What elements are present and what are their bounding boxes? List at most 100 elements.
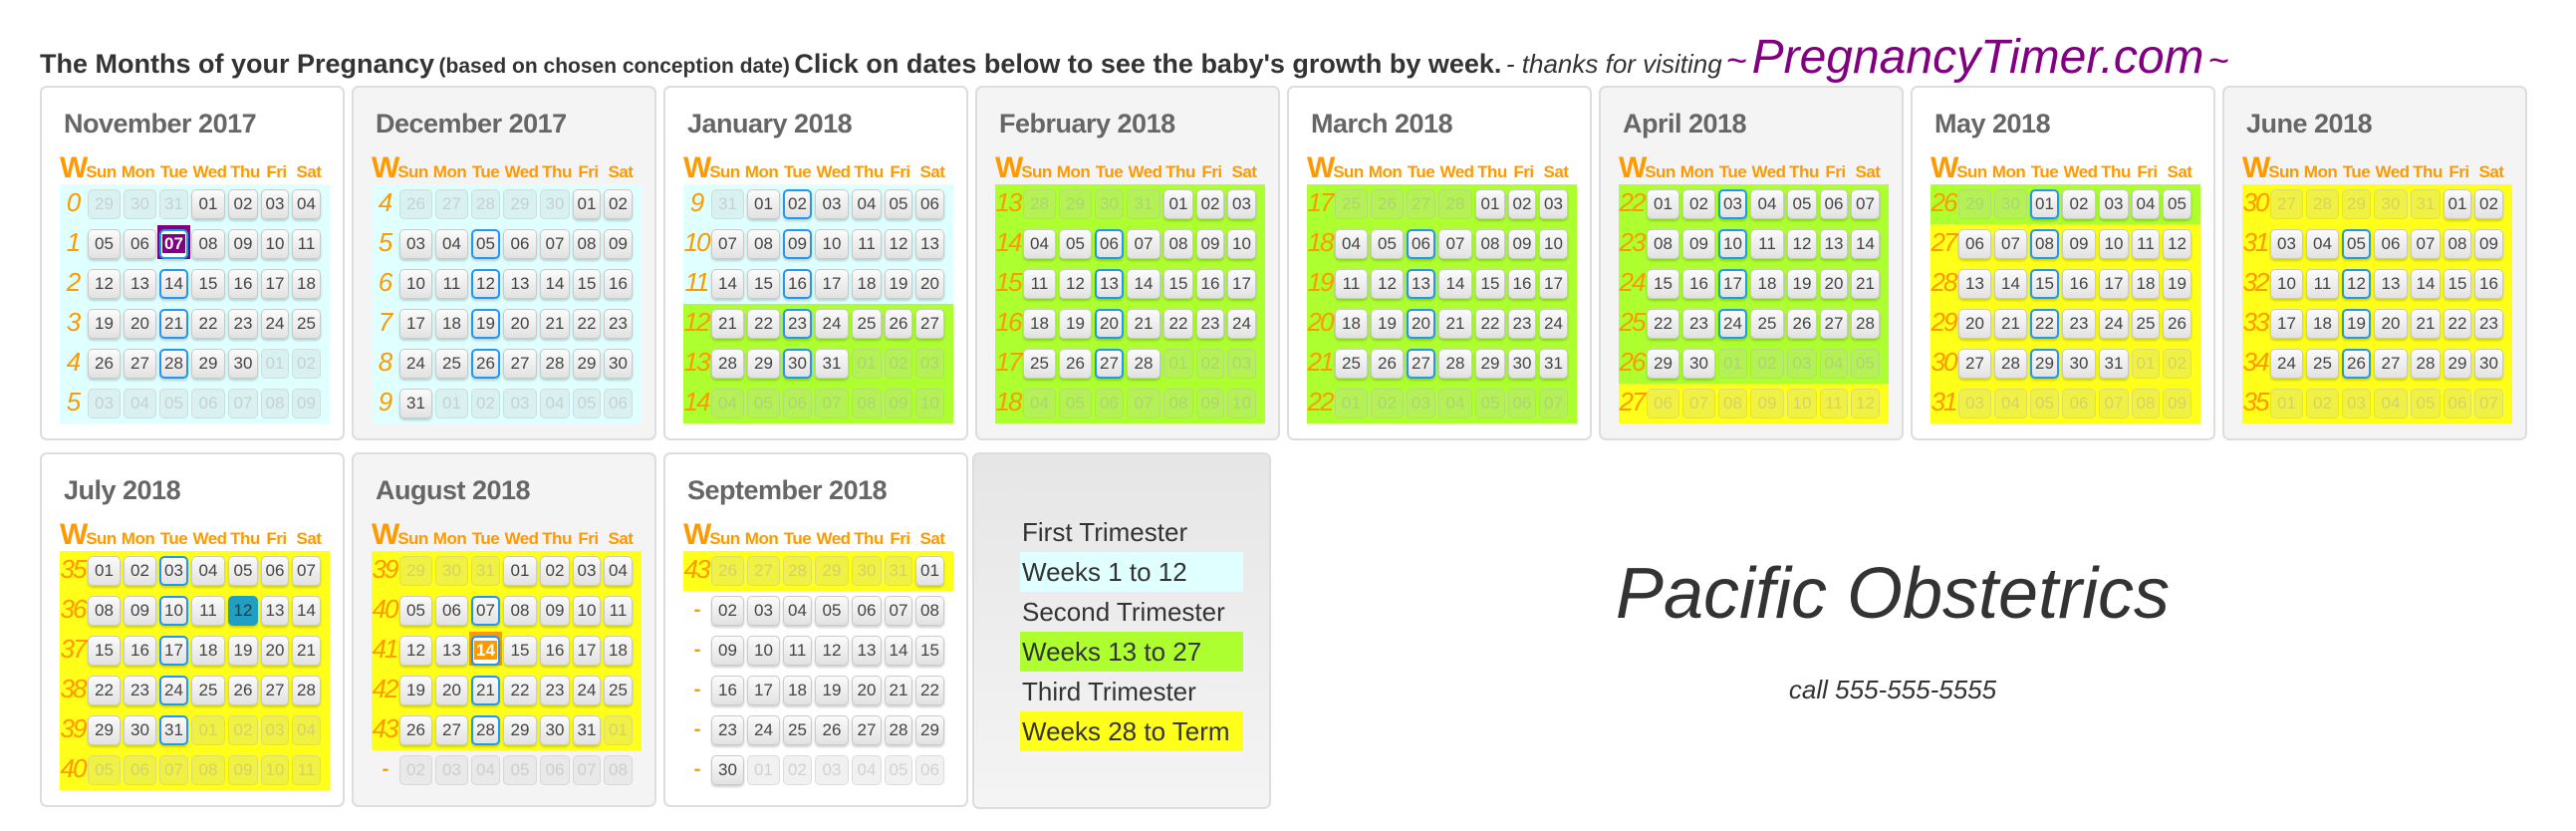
day-cell[interactable]: 14 bbox=[1438, 269, 1472, 299]
day-cell[interactable]: 22 bbox=[915, 676, 944, 705]
day-cell[interactable]: 30 bbox=[1682, 349, 1715, 379]
day-cell[interactable]: 28 bbox=[1851, 309, 1880, 339]
day-cell[interactable]: 23 bbox=[711, 715, 744, 745]
day-cell[interactable]: 11 bbox=[1335, 269, 1368, 299]
day-cell[interactable]: 01 bbox=[88, 556, 121, 586]
day-cell[interactable]: 22 bbox=[1647, 309, 1679, 339]
day-cell[interactable]: 29 bbox=[915, 715, 944, 745]
day-cell[interactable]: 05 bbox=[2163, 189, 2191, 219]
day-cell[interactable]: 27 bbox=[915, 309, 944, 339]
day-cell[interactable]: 08 bbox=[1163, 229, 1193, 259]
day-cell[interactable]: 04 bbox=[191, 556, 225, 586]
day-cell[interactable]: 01 bbox=[503, 556, 537, 586]
day-cell[interactable]: 16 bbox=[1682, 269, 1715, 299]
day-cell[interactable]: 09 bbox=[783, 229, 812, 259]
day-cell[interactable]: 25 bbox=[604, 676, 633, 705]
day-cell[interactable]: 22 bbox=[2444, 309, 2471, 339]
day-cell[interactable]: 18 bbox=[2306, 309, 2339, 339]
day-cell[interactable]: 30 bbox=[783, 349, 812, 379]
day-cell[interactable]: 19 bbox=[885, 269, 912, 299]
day-cell[interactable]: 15 bbox=[1475, 269, 1505, 299]
day-cell[interactable]: 15 bbox=[573, 269, 601, 299]
day-cell[interactable]: 26 bbox=[2342, 349, 2371, 379]
day-cell[interactable]: 09 bbox=[2474, 229, 2503, 259]
day-cell[interactable]: 25 bbox=[783, 715, 812, 745]
day-cell[interactable]: 18 bbox=[292, 269, 321, 299]
day-cell[interactable]: 23 bbox=[783, 309, 812, 339]
day-cell[interactable]: 05 bbox=[228, 556, 258, 586]
day-cell[interactable]: 02 bbox=[711, 596, 744, 626]
day-cell[interactable]: 09 bbox=[1508, 229, 1536, 259]
day-cell[interactable]: 17 bbox=[2270, 309, 2303, 339]
day-cell[interactable]: 01 bbox=[1647, 189, 1679, 219]
day-cell[interactable]: 03 bbox=[815, 189, 849, 219]
day-cell[interactable]: 11 bbox=[2306, 269, 2339, 299]
day-cell[interactable]: 11 bbox=[1750, 229, 1784, 259]
day-cell[interactable]: 18 bbox=[1750, 269, 1784, 299]
day-cell[interactable]: 12 bbox=[88, 269, 121, 299]
day-cell[interactable]: 30 bbox=[2062, 349, 2096, 379]
day-cell[interactable]: 23 bbox=[540, 676, 570, 705]
day-cell[interactable]: 20 bbox=[2374, 309, 2408, 339]
day-cell[interactable]: 14 bbox=[540, 269, 570, 299]
day-cell[interactable]: 19 bbox=[2342, 309, 2371, 339]
day-cell[interactable]: 13 bbox=[2374, 269, 2408, 299]
day-cell[interactable]: 28 bbox=[2411, 349, 2441, 379]
day-cell[interactable]: 22 bbox=[1163, 309, 1193, 339]
day-cell[interactable]: 17 bbox=[1718, 269, 1747, 299]
day-cell[interactable]: 16 bbox=[1196, 269, 1224, 299]
day-cell[interactable]: 13 bbox=[124, 269, 156, 299]
day-cell[interactable]: 12 bbox=[815, 636, 849, 666]
day-cell[interactable]: 16 bbox=[711, 676, 744, 705]
day-cell[interactable]: 26 bbox=[1059, 349, 1092, 379]
day-cell[interactable]: 07 bbox=[540, 229, 570, 259]
day-cell[interactable]: 05 bbox=[815, 596, 849, 626]
due-date-cell[interactable]: 14 bbox=[469, 632, 502, 666]
day-cell[interactable]: 30 bbox=[540, 715, 570, 745]
day-cell[interactable]: 20 bbox=[435, 676, 468, 705]
day-cell[interactable]: 12 bbox=[471, 269, 500, 299]
day-cell[interactable]: 19 bbox=[88, 309, 121, 339]
day-cell[interactable]: 04 bbox=[783, 596, 812, 626]
day-cell[interactable]: 30 bbox=[124, 715, 156, 745]
day-cell[interactable]: 12 bbox=[885, 229, 912, 259]
day-cell[interactable]: 21 bbox=[885, 676, 912, 705]
day-cell[interactable]: 07 bbox=[1851, 189, 1880, 219]
day-cell[interactable]: 22 bbox=[1475, 309, 1505, 339]
day-cell[interactable]: 12 bbox=[1787, 229, 1817, 259]
day-cell[interactable]: 16 bbox=[124, 636, 156, 666]
day-cell[interactable]: 06 bbox=[1820, 189, 1848, 219]
day-cell[interactable]: 15 bbox=[2030, 269, 2059, 299]
day-cell[interactable]: 06 bbox=[915, 189, 944, 219]
day-cell[interactable]: 22 bbox=[88, 676, 121, 705]
day-cell[interactable]: 29 bbox=[1475, 349, 1505, 379]
day-cell[interactable]: 05 bbox=[88, 229, 121, 259]
day-cell[interactable]: 12 bbox=[1059, 269, 1092, 299]
day-cell[interactable]: 01 bbox=[747, 189, 780, 219]
day-cell[interactable]: 18 bbox=[852, 269, 882, 299]
day-cell[interactable]: 17 bbox=[1539, 269, 1568, 299]
day-cell[interactable]: 27 bbox=[124, 349, 156, 379]
day-cell[interactable]: 26 bbox=[815, 715, 849, 745]
day-cell[interactable]: 27 bbox=[852, 715, 882, 745]
day-cell[interactable]: 24 bbox=[2099, 309, 2129, 339]
day-cell[interactable]: 14 bbox=[159, 269, 188, 299]
day-cell[interactable]: 06 bbox=[1095, 229, 1124, 259]
day-cell[interactable]: 23 bbox=[2062, 309, 2096, 339]
day-cell[interactable]: 02 bbox=[1196, 189, 1224, 219]
day-cell[interactable]: 06 bbox=[124, 229, 156, 259]
day-cell[interactable]: 11 bbox=[435, 269, 468, 299]
day-cell[interactable]: 03 bbox=[1227, 189, 1256, 219]
day-cell[interactable]: 28 bbox=[292, 676, 321, 705]
day-cell[interactable]: 21 bbox=[471, 676, 500, 705]
day-cell[interactable]: 25 bbox=[1335, 349, 1368, 379]
day-cell[interactable]: 09 bbox=[2062, 229, 2096, 259]
day-cell[interactable]: 28 bbox=[1438, 349, 1472, 379]
day-cell[interactable]: 28 bbox=[540, 349, 570, 379]
day-cell[interactable]: 23 bbox=[2474, 309, 2503, 339]
day-cell[interactable]: 19 bbox=[1371, 309, 1404, 339]
day-cell[interactable]: 10 bbox=[159, 596, 188, 626]
day-cell[interactable]: 18 bbox=[604, 636, 633, 666]
day-cell[interactable]: 02 bbox=[124, 556, 156, 586]
day-cell[interactable]: 27 bbox=[261, 676, 289, 705]
